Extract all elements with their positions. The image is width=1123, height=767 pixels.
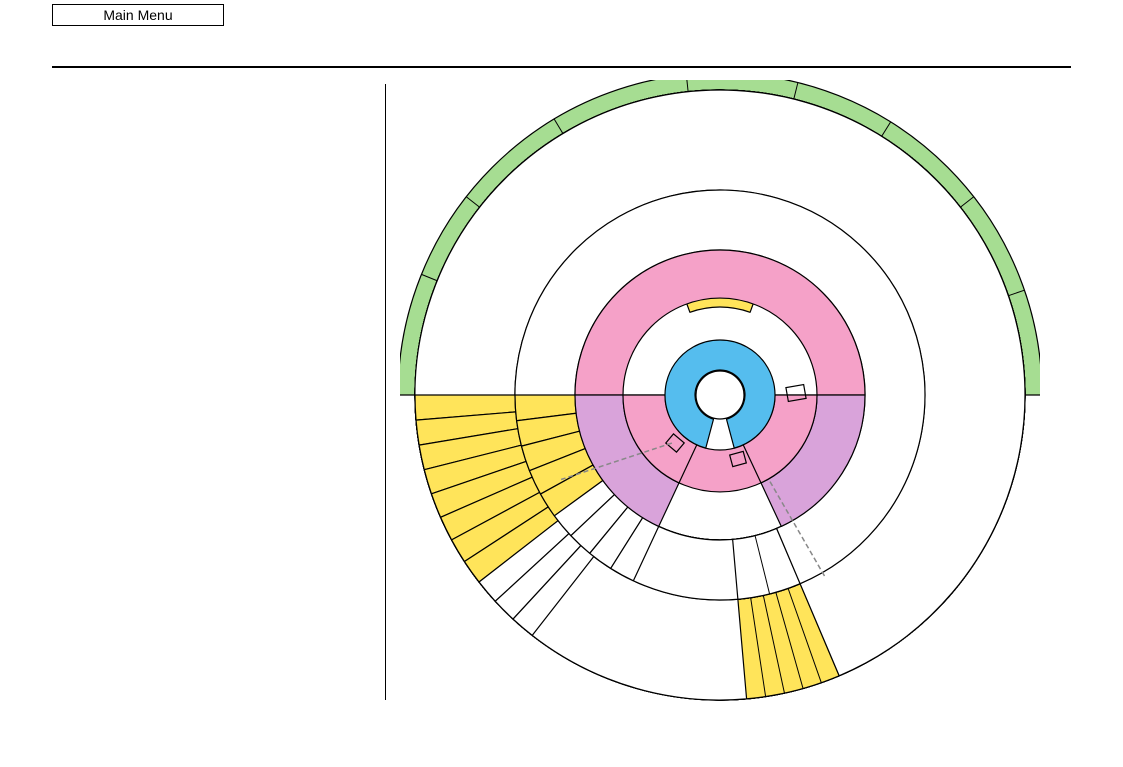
menu-structure-diagram <box>400 80 1040 701</box>
header-divider <box>52 66 1071 68</box>
column-divider <box>385 84 386 700</box>
center-hole <box>695 370 745 420</box>
main-menu-button[interactable]: Main Menu <box>52 4 224 26</box>
